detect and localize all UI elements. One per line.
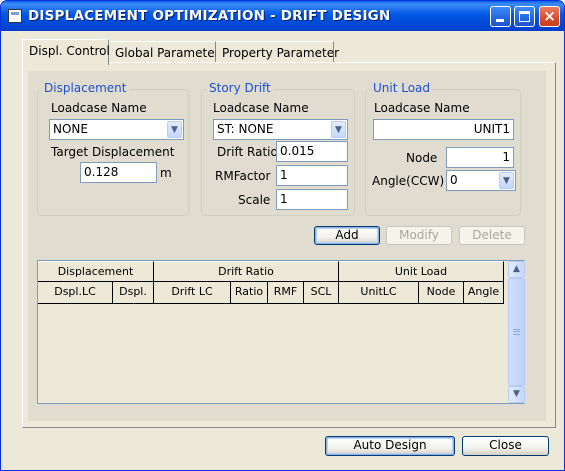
modify-button[interactable]: Modify [386, 226, 452, 245]
table-column-header[interactable]: Ratio [231, 282, 268, 304]
angle-label: Angle(CCW) [372, 174, 445, 188]
scale-input[interactable]: 1 [276, 189, 348, 210]
table-column-header[interactable]: SCL [304, 282, 339, 304]
story-drift-loadcase-select[interactable]: ST: NONE ▼ [213, 119, 348, 140]
chevron-down-icon[interactable]: ▼ [167, 121, 182, 138]
select-value: 0 [450, 173, 458, 187]
story-drift-group-title: Story Drift [207, 81, 273, 95]
scale-label: Scale [238, 193, 271, 207]
dialog-window: DISPLACEMENT OPTIMIZATION - DRIFT DESIGN… [0, 0, 565, 471]
rmfactor-input[interactable]: 1 [276, 165, 348, 186]
table-column-header[interactable]: Node [419, 282, 464, 304]
drift-ratio-label: Drift Ratio [217, 145, 278, 159]
scroll-up-button[interactable]: ▲ [508, 261, 525, 278]
chevron-down-icon[interactable]: ▼ [499, 172, 514, 189]
table-column-header[interactable]: Dspl.LC [38, 282, 113, 304]
node-label: Node [406, 151, 438, 165]
drift-ratio-input[interactable]: 0.015 [276, 141, 348, 162]
tab-label: Displ. Control [29, 44, 110, 58]
maximize-icon [519, 11, 530, 22]
displacement-loadcase-label: Loadcase Name [51, 101, 147, 115]
grip-icon [513, 329, 520, 335]
displacement-loadcase-select[interactable]: NONE ▼ [49, 119, 184, 140]
rmfactor-label: RMFactor [215, 169, 271, 183]
tab-displ-control[interactable]: Displ. Control [22, 39, 110, 65]
window-title: DISPLACEMENT OPTIMIZATION - DRIFT DESIGN [28, 8, 391, 24]
table-vertical-scrollbar[interactable]: ▲ ▼ [508, 261, 525, 403]
target-displacement-unit: m [160, 166, 172, 180]
table-column-header[interactable]: Angle [464, 282, 504, 304]
table-group-header-unit-load: Unit Load [339, 261, 504, 282]
select-value: ST: NONE [217, 122, 274, 136]
tab-property-parameter[interactable]: Property Parameter [216, 41, 339, 63]
results-table[interactable]: Displacement Drift Ratio Unit Load Dspl.… [37, 260, 525, 404]
app-icon [8, 9, 22, 23]
add-button[interactable]: Add [314, 226, 380, 245]
angle-select[interactable]: 0 ▼ [446, 170, 516, 191]
table-column-header[interactable]: UnitLC [339, 282, 419, 304]
story-drift-loadcase-label: Loadcase Name [213, 101, 309, 115]
scroll-down-button[interactable]: ▼ [508, 386, 525, 403]
close-window-button[interactable]: × [539, 6, 560, 27]
tab-label: Global Parameter [115, 46, 220, 60]
minimize-icon [496, 19, 504, 22]
table-column-header[interactable]: Dspl. [113, 282, 154, 304]
close-icon: × [543, 7, 556, 25]
target-displacement-label: Target Displacement [51, 145, 175, 159]
target-displacement-input[interactable]: 0.128 [80, 162, 157, 183]
close-button[interactable]: Close [462, 436, 549, 456]
maximize-button[interactable] [514, 6, 535, 27]
table-column-header[interactable]: Drift LC [154, 282, 231, 304]
unit-load-group-title: Unit Load [371, 81, 433, 95]
node-input[interactable]: 1 [446, 147, 514, 168]
table-column-header[interactable]: RMF [268, 282, 304, 304]
title-bar[interactable]: DISPLACEMENT OPTIMIZATION - DRIFT DESIGN… [1, 1, 564, 31]
auto-design-button[interactable]: Auto Design [325, 436, 455, 456]
displacement-group-title: Displacement [42, 81, 129, 95]
minimize-button[interactable] [490, 6, 511, 27]
scroll-thumb[interactable] [508, 278, 525, 386]
table-group-header-drift-ratio: Drift Ratio [154, 261, 339, 282]
unit-load-loadcase-label: Loadcase Name [374, 101, 470, 115]
delete-button[interactable]: Delete [459, 226, 525, 245]
tab-label: Property Parameter [222, 46, 340, 60]
chevron-down-icon[interactable]: ▼ [331, 121, 346, 138]
unit-load-loadcase-input[interactable]: UNIT1 [373, 119, 514, 140]
select-value: NONE [53, 122, 88, 136]
table-group-header-displacement: Displacement [38, 261, 154, 282]
tab-global-parameter[interactable]: Global Parameter [109, 41, 220, 63]
